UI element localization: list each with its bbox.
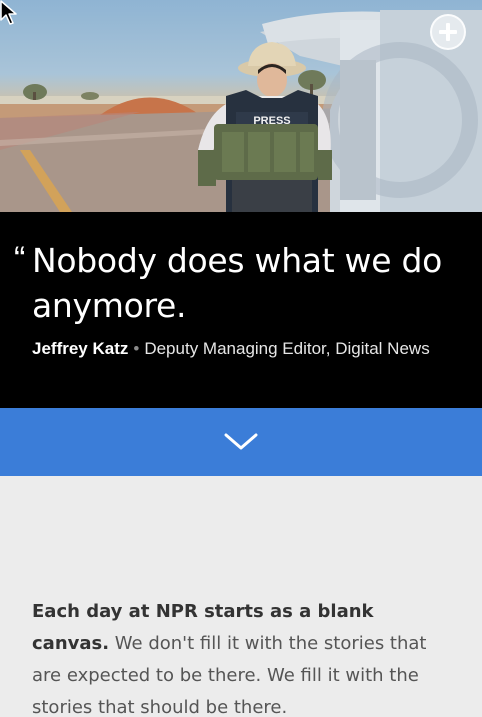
intro-paragraph: Each day at NPR starts as a blank canvas…: [32, 596, 452, 717]
attribution-separator: •: [133, 339, 140, 358]
add-button[interactable]: [430, 14, 466, 50]
story-page: PRESS “ Nobody does what we do anymore. …: [0, 0, 482, 717]
vest-press-label: PRESS: [253, 115, 290, 127]
article-body: Each day at NPR starts as a blank canvas…: [0, 476, 482, 717]
quote-attribution: Jeffrey Katz • Deputy Managing Editor, Dig…: [32, 336, 462, 361]
plus-icon: [439, 23, 457, 41]
pull-quote: “ Nobody does what we do anymore. Jeffre…: [0, 212, 482, 408]
quote-text: Nobody does what we do anymore.: [32, 241, 442, 325]
quote-author-role: Deputy Managing Editor, Digital News: [144, 339, 430, 358]
quote-author: Jeffrey Katz: [32, 339, 129, 358]
journalist-photo-illustration: PRESS: [0, 10, 482, 212]
open-quote-mark: “: [14, 240, 26, 278]
chevron-down-icon: [224, 433, 258, 450]
expand-button[interactable]: [0, 408, 482, 476]
mouse-pointer-icon: [0, 0, 17, 25]
hero-photo: PRESS: [0, 0, 482, 212]
